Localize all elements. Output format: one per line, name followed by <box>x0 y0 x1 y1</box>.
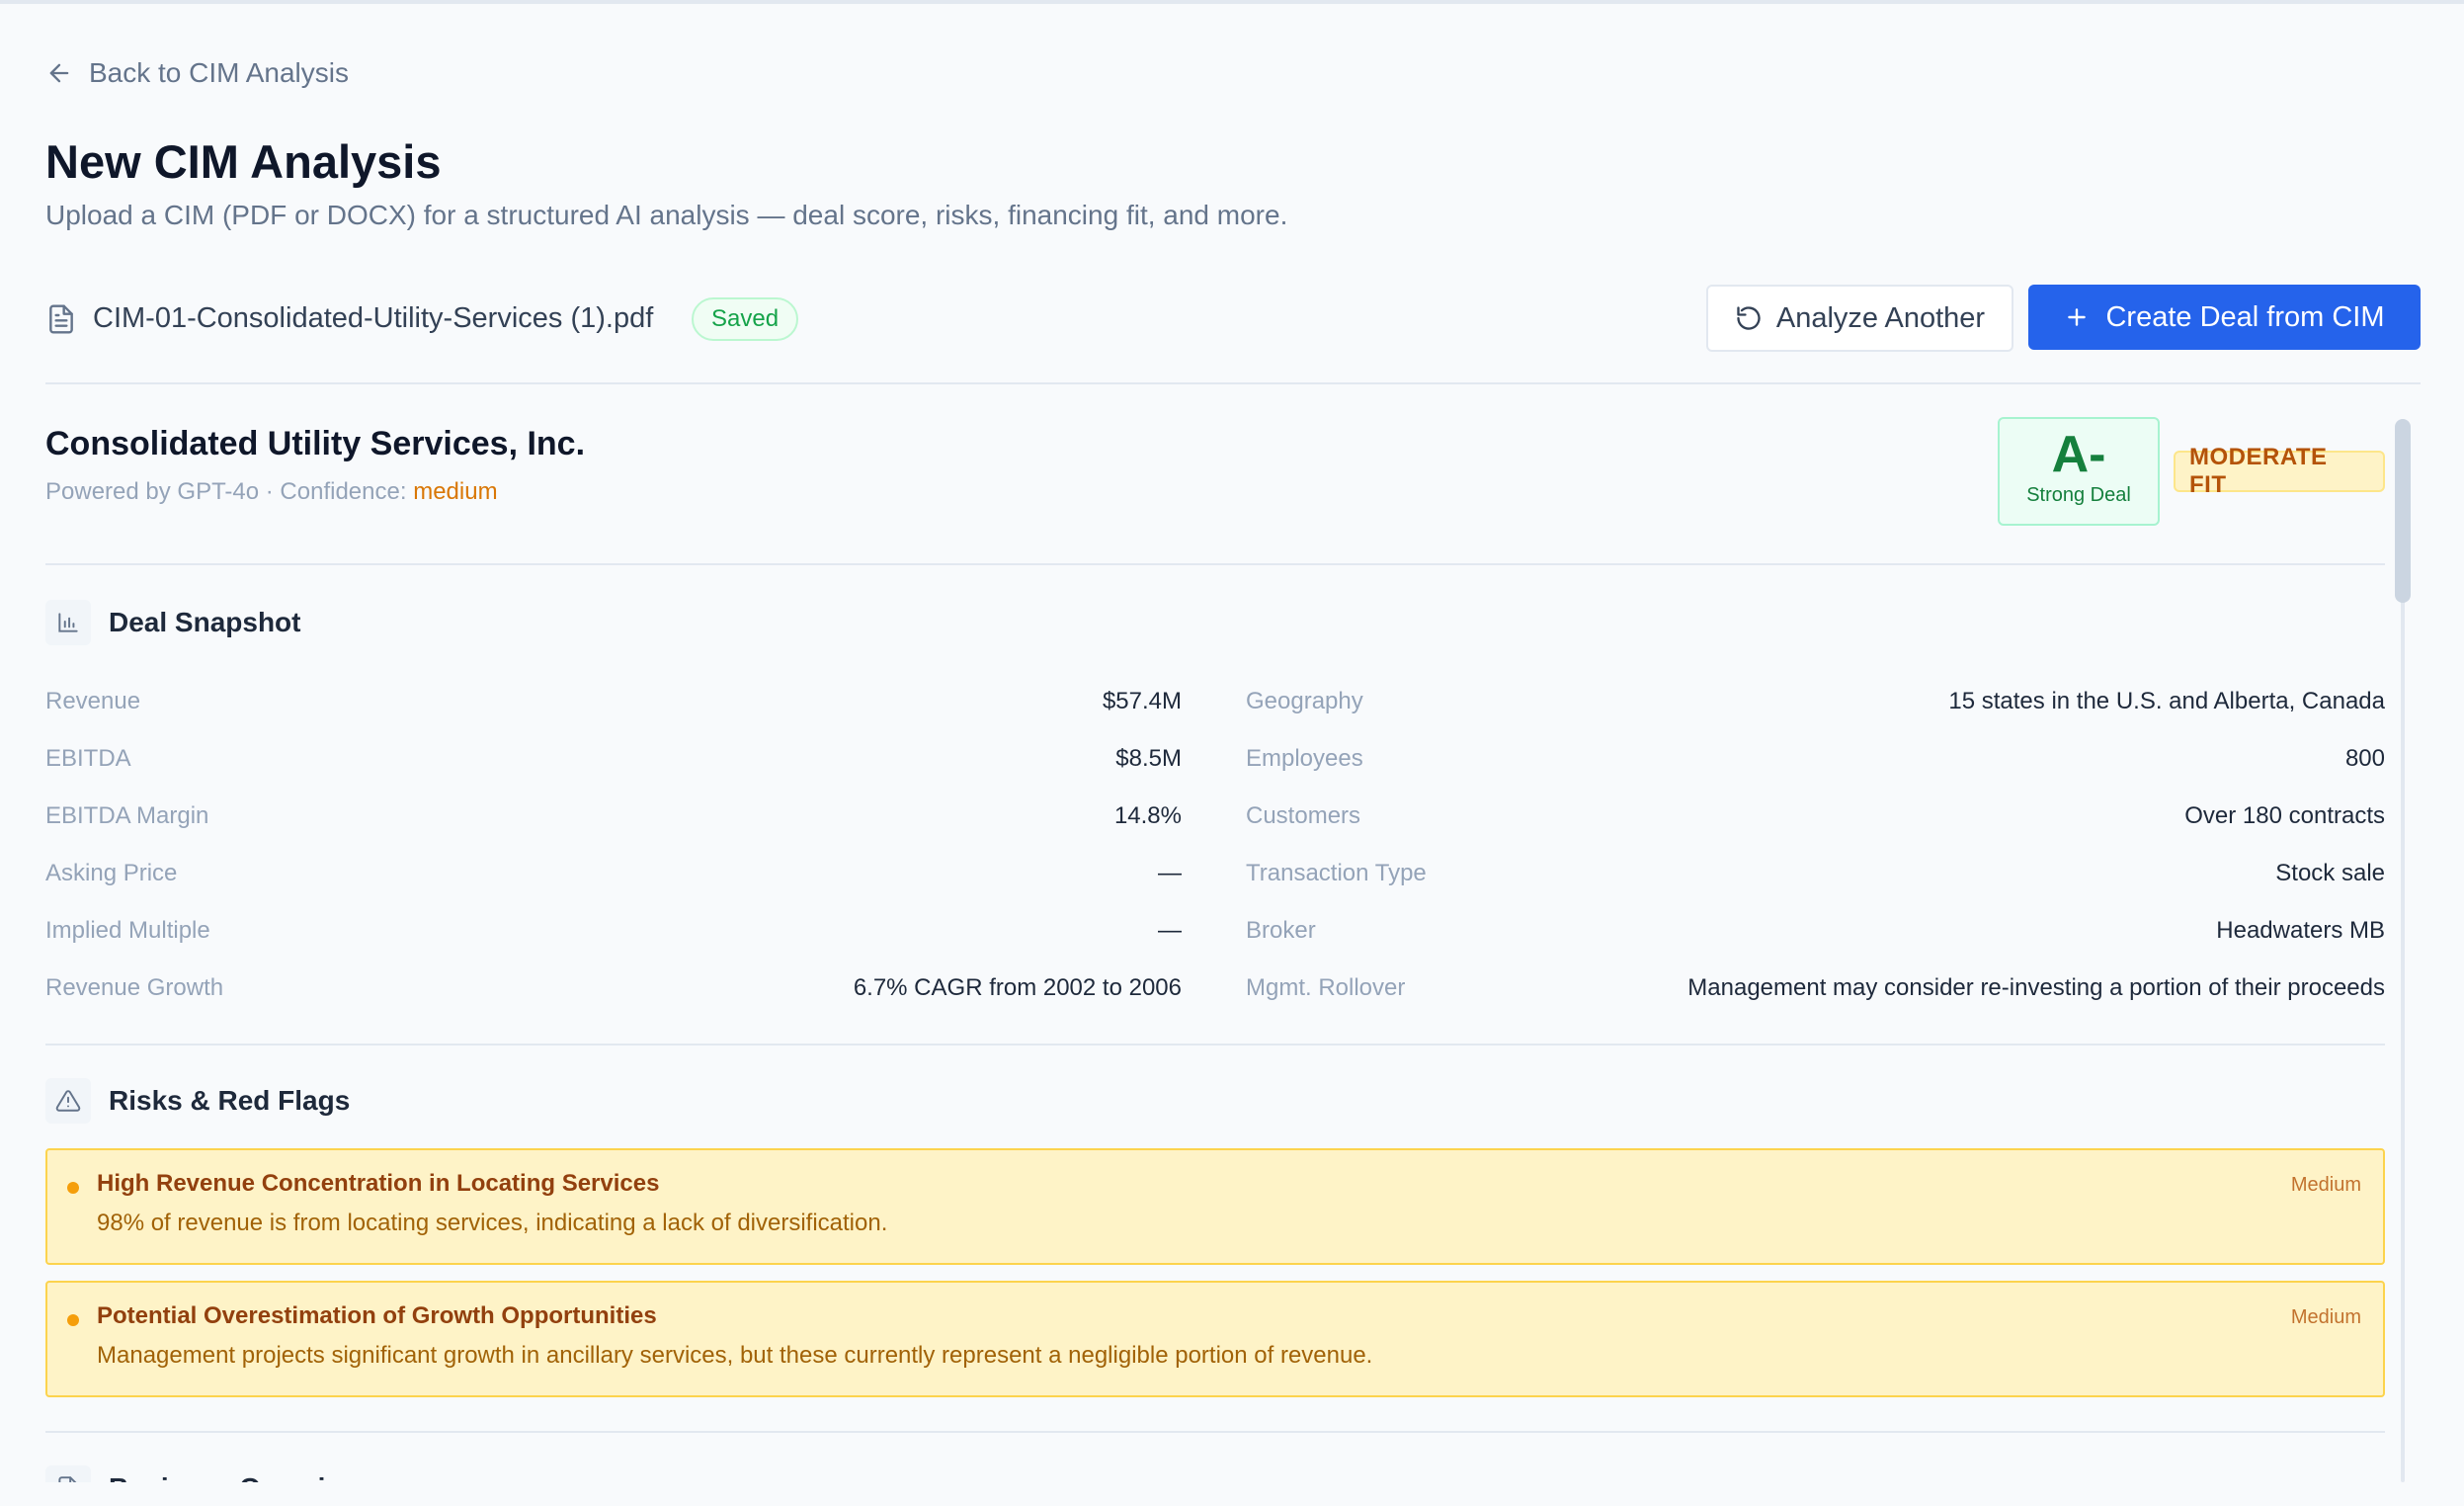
create-deal-label: Create Deal from CIM <box>2105 300 2385 333</box>
page-subtitle: Upload a CIM (PDF or DOCX) for a structu… <box>45 200 1288 230</box>
section-divider <box>45 1431 2385 1433</box>
risk-description: 98% of revenue is from locating services… <box>97 1210 888 1236</box>
snapshot-row: Implied Multiple — <box>45 905 1182 962</box>
company-name: Consolidated Utility Services, Inc. <box>45 425 586 462</box>
snapshot-label: Revenue <box>45 688 141 714</box>
snapshot-label: EBITDA Margin <box>45 802 209 829</box>
snapshot-value: 15 states in the U.S. and Alberta, Canad… <box>1948 688 2385 714</box>
snapshot-label: Customers <box>1246 802 1361 829</box>
scrollbar-thumb[interactable] <box>2395 419 2411 603</box>
saved-badge: Saved <box>692 297 799 341</box>
risk-bullet <box>67 1314 79 1326</box>
snapshot-value: 800 <box>2344 745 2385 772</box>
snapshot-value: Stock sale <box>2275 860 2385 886</box>
snapshot-label: Asking Price <box>45 860 178 886</box>
risk-severity: Medium <box>2290 1306 2361 1328</box>
analysis-report[interactable]: Consolidated Utility Services, Inc. Powe… <box>45 415 2385 1482</box>
deal-snapshot-header: Deal Snapshot <box>45 599 300 646</box>
snapshot-row: Asking Price — <box>45 848 1182 905</box>
snapshot-label: Mgmt. Rollover <box>1246 974 1406 1001</box>
snapshot-row: Employees 800 <box>1246 733 2385 791</box>
snapshot-row: Mgmt. Rollover Management may consider re… <box>1246 962 2385 1020</box>
file-name: CIM-01-Consolidated-Utility-Services (1)… <box>93 302 654 334</box>
snapshot-column-right: Geography 15 states in the U.S. and Alber… <box>1246 676 2385 1020</box>
warning-triangle-icon <box>45 1078 91 1124</box>
snapshot-value: 6.7% CAGR from 2002 to 2006 <box>853 974 1182 1001</box>
powered-by: Powered by GPT-4o · Confidence: medium <box>45 478 498 506</box>
file-text-icon <box>49 304 73 334</box>
document-icon <box>45 1465 91 1482</box>
snapshot-label: Revenue Growth <box>45 974 224 1001</box>
risk-description: Management projects significant growth i… <box>97 1342 1373 1369</box>
risk-title: Potential Overestimation of Growth Oppor… <box>97 1302 657 1329</box>
snapshot-label: Employees <box>1246 745 1363 772</box>
snapshot-value: Management may consider re-investing a p… <box>1687 974 2385 1001</box>
analyze-another-label: Analyze Another <box>1775 301 1986 334</box>
snapshot-label: EBITDA <box>45 745 131 772</box>
refresh-icon <box>1737 306 1761 330</box>
snapshot-value: 14.8% <box>1113 802 1182 829</box>
confidence-value: medium <box>413 478 498 505</box>
section-divider <box>45 1044 2385 1046</box>
arrow-left-icon <box>49 63 69 83</box>
snapshot-row: Customers Over 180 contracts <box>1246 791 2385 848</box>
deal-snapshot-title: Deal Snapshot <box>109 607 301 637</box>
snapshot-value: Headwaters MB <box>2216 917 2385 944</box>
risk-item: Potential Overestimation of Growth Oppor… <box>45 1281 2385 1397</box>
back-link-label: Back to CIM Analysis <box>89 57 349 88</box>
snapshot-value: $8.5M <box>1115 745 1182 772</box>
snapshot-column-left: Revenue $57.4M EBITDA $8.5M EBITDA Margin 1… <box>45 676 1182 1020</box>
business-overview-title: Business Overview <box>109 1472 363 1482</box>
snapshot-row: Revenue $57.4M <box>45 676 1182 733</box>
deal-grade: A- Strong Deal <box>1998 417 2160 526</box>
report-scrollbar[interactable] <box>2393 419 2413 1482</box>
page-title: New CIM Analysis <box>45 135 442 188</box>
risk-item: High Revenue Concentration in Locating S… <box>45 1148 2385 1265</box>
create-deal-button[interactable]: Create Deal from CIM <box>2028 285 2421 350</box>
risk-severity: Medium <box>2290 1174 2361 1196</box>
snapshot-label: Geography <box>1246 688 1363 714</box>
snapshot-value: — <box>1158 860 1182 886</box>
risk-title: High Revenue Concentration in Locating S… <box>97 1170 660 1197</box>
grade-letter: A- <box>2051 426 2106 483</box>
fit-badge: MODERATE FIT <box>2174 444 2385 498</box>
snapshot-label: Broker <box>1246 917 1316 944</box>
divider <box>45 382 2421 384</box>
snapshot-value: $57.4M <box>1102 688 1182 714</box>
grade-label: Strong Deal <box>2026 484 2131 506</box>
section-divider <box>45 563 2385 565</box>
powered-by-label: Powered by GPT-4o · Confidence: <box>45 478 407 505</box>
snapshot-value: Over 180 contracts <box>2184 802 2385 829</box>
snapshot-row: Transaction Type Stock sale <box>1246 848 2385 905</box>
risk-bullet <box>67 1182 79 1194</box>
analyze-another-button[interactable]: Analyze Another <box>1706 285 2013 352</box>
bar-chart-icon <box>45 600 91 645</box>
risks-title: Risks & Red Flags <box>109 1085 351 1116</box>
snapshot-row: Revenue Growth 6.7% CAGR from 2002 to 200… <box>45 962 1182 1020</box>
snapshot-row: Broker Headwaters MB <box>1246 905 2385 962</box>
snapshot-label: Transaction Type <box>1246 860 1427 886</box>
snapshot-row: EBITDA $8.5M <box>45 733 1182 791</box>
plus-icon <box>2068 308 2087 326</box>
page: Back to CIM Analysis New CIM Analysis Up… <box>45 0 2421 1482</box>
risks-header: Risks & Red Flags <box>45 1077 350 1125</box>
back-link[interactable]: Back to CIM Analysis <box>45 55 349 91</box>
snapshot-value: — <box>1158 917 1182 944</box>
snapshot-row: EBITDA Margin 14.8% <box>45 791 1182 848</box>
business-overview-header: Business Overview <box>45 1464 363 1482</box>
snapshot-row: Geography 15 states in the U.S. and Alber… <box>1246 676 2385 733</box>
snapshot-label: Implied Multiple <box>45 917 210 944</box>
file-bar: CIM-01-Consolidated-Utility-Services (1)… <box>45 283 2421 356</box>
